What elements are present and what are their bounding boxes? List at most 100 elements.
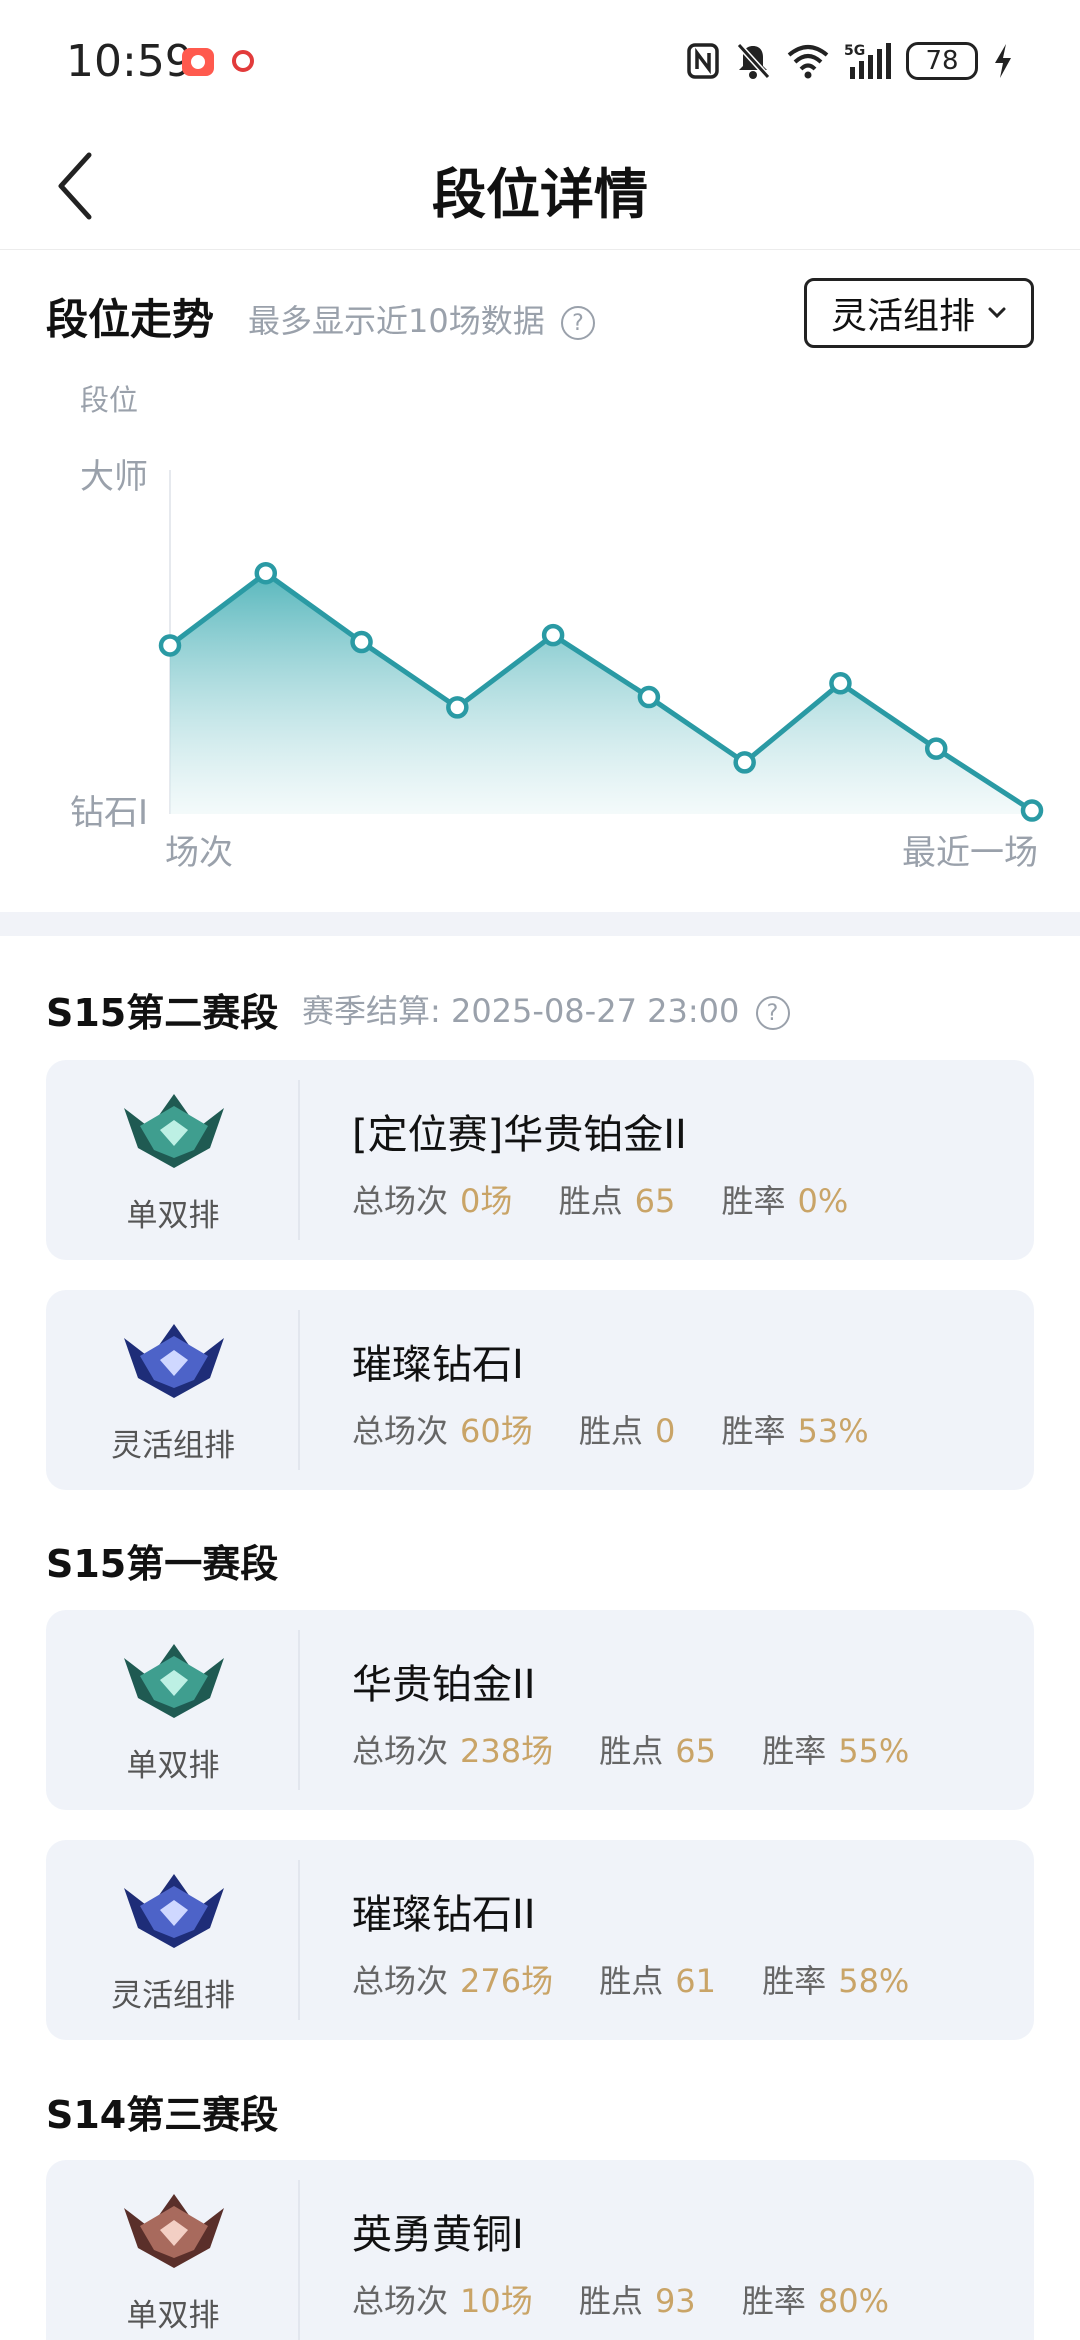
x-tick-start: 场次: [165, 833, 233, 873]
games-value: 238场: [460, 1732, 554, 1770]
trend-area: [170, 573, 1032, 814]
rank-name: 璀璨钻石I: [352, 1342, 524, 1388]
games-label: 总场次: [352, 1732, 449, 1770]
rank-card[interactable]: 单双排 英勇黄铜I 总场次 10场 胜点 93 胜率 80%: [46, 2160, 1034, 2340]
season-heading: S15第一赛段: [46, 1542, 279, 1586]
rank-trend-chart: 段位 大师 钻石I 场次 最近一场: [0, 370, 1080, 890]
games-value: 60场: [460, 1412, 533, 1450]
winrate-label: 胜率: [741, 2282, 806, 2320]
lp-value: 61: [675, 1962, 717, 2000]
games-label: 总场次: [352, 1962, 449, 2000]
trend-point-7: [733, 751, 756, 774]
trend-point-4: [446, 696, 469, 719]
x-tick-end: 最近一场: [902, 833, 1038, 873]
battery-indicator: 78: [906, 42, 978, 80]
y-tick-top: 大师: [80, 457, 148, 497]
winrate-value: 80%: [817, 2282, 889, 2320]
emblem-column: 单双排: [46, 1630, 300, 1790]
winrate-value: 53%: [797, 1412, 869, 1450]
stats-line: 总场次 238场 胜点 65 胜率 55%: [352, 1726, 945, 1772]
season-heading: S14第三赛段: [46, 2093, 279, 2137]
app-notification-icon-2: [232, 50, 254, 72]
y-axis-title: 段位: [80, 383, 138, 417]
trend-point-9: [924, 737, 948, 760]
stats-line: 总场次 60场 胜点 0 胜率 53%: [352, 1406, 905, 1452]
lp-label: 胜点: [599, 1962, 664, 2000]
diamond-emblem-icon: [124, 1874, 224, 1948]
signal-icon: 5G: [844, 43, 891, 79]
trend-title: 段位走势: [46, 295, 215, 344]
games-label: 总场次: [352, 2282, 449, 2320]
trend-point-2: [254, 561, 278, 585]
diamond-emblem-icon: [124, 1324, 224, 1398]
help-icon[interactable]: ?: [560, 306, 595, 340]
lp-value: 65: [634, 1182, 676, 1220]
games-value: 10场: [460, 2282, 533, 2320]
winrate-label: 胜率: [762, 1732, 827, 1770]
settle-note-text: 赛季结算: 2025-08-27 23:00: [302, 992, 740, 1030]
emblem-column: 灵活组排: [46, 1860, 300, 2020]
status-bar: 10:59 5G 78: [0, 0, 1080, 120]
games-value: 276场: [460, 1962, 554, 2000]
bronze-emblem-icon: [124, 2194, 224, 2268]
queue-label: 单双排: [126, 1748, 220, 1784]
lp-label: 胜点: [599, 1732, 664, 1770]
winrate-value: 58%: [838, 1962, 910, 2000]
svg-text:5G: 5G: [844, 43, 865, 59]
trend-point-6: [637, 685, 661, 709]
rank-card[interactable]: 灵活组排 璀璨钻石II 总场次 276场 胜点 61 胜率 58%: [46, 1840, 1034, 2040]
winrate-label: 胜率: [762, 1962, 827, 2000]
platinum-emblem-icon: [124, 1094, 224, 1168]
settle-note: 赛季结算: 2025-08-27 23:00 ?: [302, 986, 790, 1032]
lp-value: 0: [654, 1412, 676, 1450]
page-title: 段位详情: [432, 163, 648, 226]
platinum-emblem-icon: [124, 1644, 224, 1718]
games-label: 总场次: [352, 1412, 449, 1450]
rank-name: [定位赛]华贵铂金II: [352, 1112, 687, 1158]
stats-line: 总场次 10场 胜点 93 胜率 80%: [352, 2276, 925, 2322]
queue-label: 单双排: [126, 2298, 220, 2334]
app-notification-icon: [182, 48, 214, 76]
trend-point-5: [541, 623, 565, 647]
winrate-label: 胜率: [721, 1182, 786, 1220]
stats-line: 总场次 0场 胜点 65 胜率 0%: [352, 1176, 884, 1222]
rank-card[interactable]: 单双排 华贵铂金II 总场次 238场 胜点 65 胜率 55%: [46, 1610, 1034, 1810]
rank-card[interactable]: 单双排 [定位赛]华贵铂金II 总场次 0场 胜点 65 胜率 0%: [46, 1060, 1034, 1260]
rank-card[interactable]: 灵活组排 璀璨钻石I 总场次 60场 胜点 0 胜率 53%: [46, 1290, 1034, 1490]
chevron-down-icon: [988, 307, 1006, 319]
lp-label: 胜点: [578, 2282, 643, 2320]
emblem-column: 单双排: [46, 2180, 300, 2340]
section-divider: [0, 912, 1080, 936]
stats-line: 总场次 276场 胜点 61 胜率 58%: [352, 1956, 945, 2002]
help-icon[interactable]: ?: [755, 996, 790, 1030]
rank-name: 璀璨钻石II: [352, 1892, 536, 1938]
winrate-label: 胜率: [721, 1412, 786, 1450]
status-time: 10:59: [66, 36, 193, 87]
trend-note-text: 最多显示近10场数据: [248, 302, 545, 340]
mode-dropdown-label: 灵活组排: [830, 296, 975, 337]
emblem-column: 灵活组排: [46, 1310, 300, 1470]
rank-name: 华贵铂金II: [352, 1662, 536, 1708]
emblem-column: 单双排: [46, 1080, 300, 1240]
lp-label: 胜点: [558, 1182, 623, 1220]
queue-label: 灵活组排: [111, 1978, 235, 2014]
system-icons: 5G 78: [686, 38, 1014, 84]
wifi-icon: [787, 45, 829, 79]
trend-note: 最多显示近10场数据 ?: [248, 296, 595, 342]
trend-point-3: [350, 630, 373, 654]
games-value: 0场: [460, 1182, 513, 1220]
mute-icon: [736, 42, 771, 80]
trend-point-10: [1020, 799, 1044, 822]
lp-value: 93: [654, 2282, 696, 2320]
nfc-icon: [687, 43, 719, 79]
y-tick-bottom: 钻石I: [70, 793, 148, 833]
trend-point-1: [158, 634, 182, 657]
queue-label: 单双排: [126, 1198, 220, 1234]
games-label: 总场次: [352, 1182, 449, 1220]
trend-point-8: [829, 672, 852, 695]
mode-dropdown[interactable]: 灵活组排: [804, 278, 1034, 348]
rank-trend-chart-svg: 段位 大师 钻石I 场次 最近一场: [70, 383, 1044, 873]
app-header: 段位详情: [0, 120, 1080, 250]
winrate-value: 55%: [838, 1732, 910, 1770]
queue-label: 灵活组排: [111, 1428, 235, 1464]
